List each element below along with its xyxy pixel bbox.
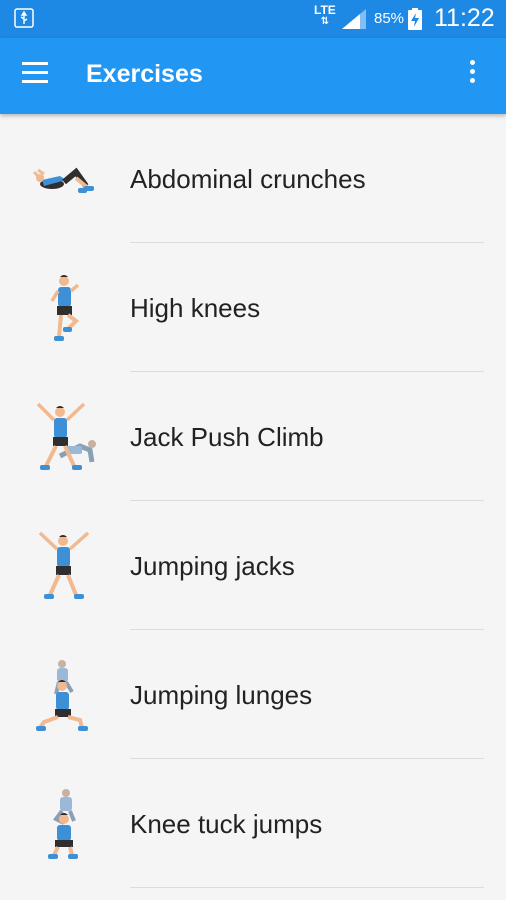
exercise-label: High knees bbox=[130, 293, 261, 323]
jumping-lunges-figure-icon bbox=[36, 660, 88, 731]
exercise-label: Jumping jacks bbox=[130, 551, 295, 581]
usb-icon bbox=[14, 8, 34, 28]
list-item[interactable]: Jack Push Climb bbox=[0, 372, 506, 501]
list-item[interactable]: Knee tuck jumps bbox=[0, 759, 506, 888]
jack-push-climb-figure-icon bbox=[36, 402, 96, 470]
app-bar: Exercises bbox=[0, 38, 506, 114]
page-title: Exercises bbox=[86, 60, 203, 88]
signal-icon bbox=[342, 9, 366, 29]
network-type: LTE ⇅ bbox=[314, 3, 336, 27]
list-item[interactable]: High knees bbox=[0, 243, 506, 372]
hamburger-menu-icon[interactable] bbox=[22, 62, 54, 90]
exercise-label: Abdominal crunches bbox=[130, 164, 366, 194]
high-knees-figure-icon bbox=[50, 275, 80, 341]
exercise-list: Abdominal crunches High knees Jack Push … bbox=[0, 114, 506, 888]
more-vert-icon[interactable] bbox=[462, 60, 482, 92]
crunches-figure-icon bbox=[32, 167, 94, 193]
jumping-jacks-figure-icon bbox=[38, 531, 90, 599]
data-arrows-icon: ⇅ bbox=[320, 16, 330, 27]
knee-tuck-jumps-figure-icon bbox=[48, 789, 78, 859]
exercise-label: Jumping lunges bbox=[130, 680, 313, 710]
clock: 11:22 bbox=[434, 4, 495, 32]
battery-charging-icon bbox=[408, 8, 422, 30]
divider bbox=[130, 887, 484, 888]
list-item[interactable]: Abdominal crunches bbox=[0, 114, 506, 243]
exercise-label: Jack Push Climb bbox=[130, 422, 324, 452]
list-item[interactable]: Jumping jacks bbox=[0, 501, 506, 630]
exercise-label: Knee tuck jumps bbox=[130, 809, 323, 839]
status-bar: LTE ⇅ 85% 11:22 bbox=[0, 0, 506, 38]
battery-percent: 85% bbox=[374, 10, 405, 27]
list-item[interactable]: Jumping lunges bbox=[0, 630, 506, 759]
